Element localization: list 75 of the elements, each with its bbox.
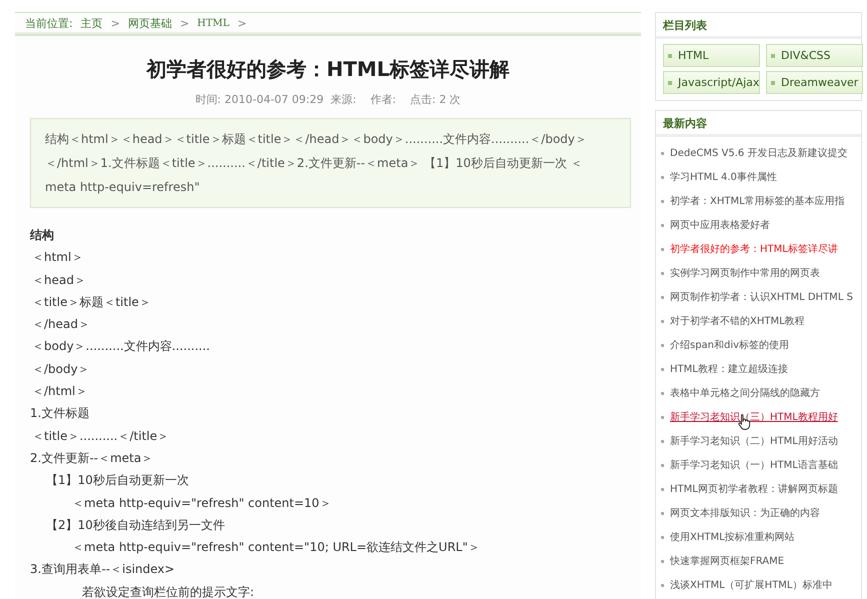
article-link[interactable]: 新手学习老知识（二）HTML用好活动: [670, 434, 838, 448]
bullet-icon: [661, 248, 664, 250]
bullet-icon: [661, 152, 664, 154]
bullet-icon: [661, 464, 664, 466]
article-link[interactable]: 网页中应用表格爱好者: [670, 218, 770, 232]
breadcrumb-separator: >: [180, 17, 190, 30]
bullet-icon: [668, 54, 672, 58]
content-line: ＜html＞: [31, 249, 84, 266]
article-link[interactable]: 浅谈XHTML（可扩展HTML）标准中: [670, 578, 833, 592]
breadcrumb-link[interactable]: 网页基础: [128, 16, 172, 31]
breadcrumb-separator: >: [237, 17, 247, 30]
article-link[interactable]: 学习HTML 4.0事件属性: [670, 170, 777, 184]
bullet-icon: [668, 80, 672, 84]
article-link[interactable]: 实例学习网页制作中常用的网页表: [670, 266, 820, 280]
category-link[interactable]: Dreamweaver: [766, 71, 863, 94]
content-line: ＜meta http-equiv="refresh" content="10; URL=欲连结文件之URL"＞: [71, 539, 481, 556]
content-line: 1.文件标题: [30, 405, 90, 422]
article-link[interactable]: 快速掌握网页框架FRAME: [670, 554, 784, 568]
breadcrumb-label: 当前位置:: [25, 16, 73, 31]
bullet-icon: [661, 392, 664, 394]
article-link[interactable]: DedeCMS V5.6 开发日志及新建议提交: [670, 146, 848, 160]
breadcrumb-separator: >: [110, 17, 120, 30]
bullet-icon: [661, 560, 664, 562]
content-line: ＜head＞: [31, 272, 87, 289]
article-link[interactable]: 表格中单元格之间分隔线的隐藏方: [670, 386, 820, 400]
content-line: ＜/body＞: [31, 360, 91, 378]
section-heading: 结构: [30, 227, 55, 244]
breadcrumb-link[interactable]: HTML: [197, 18, 230, 29]
bullet-icon: [771, 80, 775, 84]
bullet-icon: [661, 176, 664, 178]
content-line: 3.查询用表单--＜isindex>: [30, 561, 176, 578]
content-line: 【2】10秒後自动连结到另一文件: [45, 516, 226, 534]
content-line: 若欲设定查询栏位前的提示文字:: [81, 584, 256, 599]
content-line: 2.文件更新--＜meta＞: [30, 450, 154, 467]
bullet-icon: [661, 296, 664, 298]
article-link[interactable]: 新手学习老知识（一）HTML语言基础: [670, 458, 838, 472]
category-link[interactable]: HTML: [663, 44, 760, 67]
content-line: 【1】10秒后自动更新一次: [45, 472, 190, 490]
bullet-icon: [771, 54, 775, 58]
category-link[interactable]: Javascript/Ajax: [663, 71, 760, 94]
article-link[interactable]: 网页制作初学者：认识XHTML DHTML S: [670, 290, 853, 304]
article-link[interactable]: HTML网页初学者教程：讲解网页标题: [670, 482, 838, 496]
summary-box: 结构＜html＞＜head＞＜title＞标题＜title＞＜/head＞＜body＞..........文件内容..........＜/body＞＜/html＞1.文件标题＜title＞..........＜/title＞2.文件更新--＜meta＞ 【1】10秒后自动更新一次 ＜meta http-equiv=refresh": [30, 118, 631, 208]
bullet-icon: [661, 536, 664, 538]
article-link[interactable]: 初学者：XHTML常用标签的基本应用指: [670, 194, 845, 208]
breadcrumb-link[interactable]: 主页: [80, 16, 103, 31]
bullet-icon: [661, 200, 664, 202]
content-line: ＜meta http-equiv="refresh" content=10＞: [71, 494, 332, 512]
hand-cursor-icon: [738, 413, 751, 430]
bullet-icon: [661, 512, 664, 514]
panel-title: 最新内容: [656, 111, 861, 137]
bullet-icon: [661, 440, 664, 442]
bullet-icon: [661, 344, 664, 346]
article-link[interactable]: 初学者很好的参考：HTML标签详尽讲: [670, 242, 838, 256]
bullet-icon: [661, 224, 664, 226]
bullet-icon: [661, 488, 664, 490]
article-link[interactable]: HTML教程：建立超级连接: [670, 362, 788, 376]
article-link[interactable]: 网页文本排版知识：为正确的内容: [670, 506, 820, 520]
article-link[interactable]: 介绍span和div标签的使用: [670, 338, 790, 352]
bullet-icon: [661, 272, 664, 274]
article-link[interactable]: 使用XHTML按标准重构网站: [670, 530, 795, 544]
article-title: 初学者很好的参考：HTML标签详尽讲解: [145, 56, 511, 83]
article-meta: 时间: 2010-04-07 09:29 来源: 作者: 点击: 2 次: [194, 92, 462, 107]
content-line: ＜/html＞: [31, 383, 88, 400]
bullet-icon: [661, 584, 664, 586]
article-link[interactable]: 对于初学者不错的XHTML教程: [670, 314, 805, 328]
panel-title: 栏目列表: [656, 13, 861, 39]
content-line: ＜body＞..........文件内容..........: [31, 338, 211, 356]
bullet-icon: [661, 416, 664, 418]
bullet-icon: [661, 368, 664, 370]
category-link[interactable]: DIV&CSS: [766, 44, 863, 67]
content-line: ＜title＞标题＜title＞: [31, 294, 152, 311]
content-line: ＜/head＞: [31, 316, 92, 334]
bullet-icon: [661, 320, 664, 322]
content-line: ＜title＞..........＜/title＞: [31, 428, 170, 445]
